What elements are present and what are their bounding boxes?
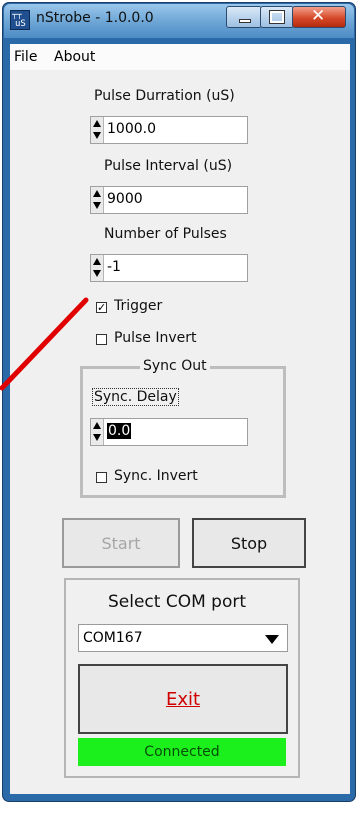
close-icon: ✕ bbox=[311, 6, 326, 26]
sync-out-group-label: Sync Out bbox=[140, 358, 210, 374]
menu-about[interactable]: About bbox=[54, 49, 95, 65]
num-pulses-label: Number of Pulses bbox=[104, 226, 227, 242]
sync-delay-value[interactable]: 0.0 bbox=[107, 423, 132, 439]
pulse-duration-label: Pulse Durration (uS) bbox=[94, 88, 235, 104]
com-port-select[interactable]: COM167 bbox=[78, 624, 288, 652]
app-icon: ┬┬ uS bbox=[10, 10, 30, 30]
maximize-icon bbox=[269, 10, 285, 24]
minimize-button[interactable] bbox=[226, 6, 262, 28]
sync-delay-label: Sync. Delay bbox=[92, 388, 179, 406]
sync-delay-spinbox[interactable]: 0.0 bbox=[90, 418, 248, 446]
pulse-interval-label: Pulse Interval (uS) bbox=[104, 158, 233, 174]
sync-invert-label: Sync. Invert bbox=[114, 468, 198, 484]
spin-arrows-icon[interactable] bbox=[91, 117, 104, 143]
com-port-value: COM167 bbox=[83, 630, 143, 646]
pulse-duration-spinbox[interactable]: 1000.0 bbox=[90, 116, 248, 144]
pulse-duration-value[interactable]: 1000.0 bbox=[107, 121, 156, 137]
exit-label: Exit bbox=[165, 688, 201, 710]
sync-invert-checkbox[interactable] bbox=[96, 472, 107, 483]
pulse-invert-label: Pulse Invert bbox=[114, 330, 197, 346]
exit-button[interactable]: Exit bbox=[78, 664, 288, 734]
menu-file[interactable]: File bbox=[14, 49, 37, 65]
stop-button[interactable]: Stop bbox=[192, 518, 306, 568]
status-badge: Connected bbox=[78, 738, 286, 766]
trigger-label: Trigger bbox=[114, 298, 163, 314]
window-title: nStrobe - 1.0.0.0 bbox=[36, 10, 154, 26]
close-button[interactable]: ✕ bbox=[292, 6, 346, 28]
spin-arrows-icon[interactable] bbox=[91, 255, 104, 281]
minimize-icon bbox=[239, 19, 251, 23]
annotation-arrow bbox=[0, 297, 89, 391]
com-port-label: Select COM port bbox=[108, 592, 247, 612]
start-button[interactable]: Start bbox=[62, 518, 180, 568]
num-pulses-value[interactable]: -1 bbox=[107, 259, 121, 275]
spin-arrows-icon[interactable] bbox=[91, 187, 104, 213]
chevron-down-icon[interactable] bbox=[265, 635, 279, 644]
num-pulses-spinbox[interactable]: -1 bbox=[90, 254, 248, 282]
spin-arrows-icon[interactable] bbox=[91, 419, 104, 445]
pulse-interval-value[interactable]: 9000 bbox=[107, 191, 143, 207]
maximize-button[interactable] bbox=[260, 6, 294, 28]
pulse-interval-spinbox[interactable]: 9000 bbox=[90, 186, 248, 214]
